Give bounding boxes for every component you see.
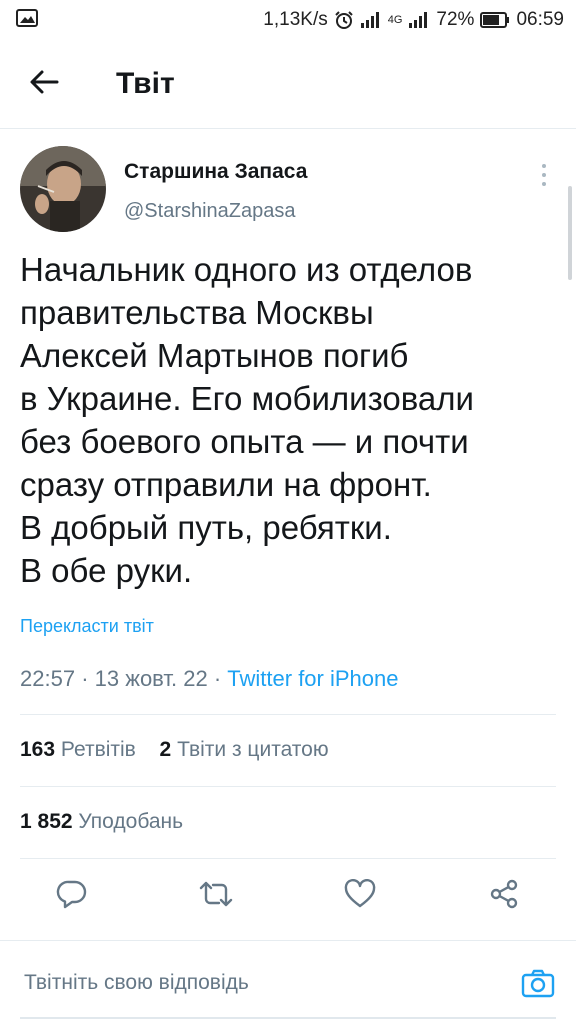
reply-underline: [20, 1017, 556, 1019]
likes-label: Уподобань: [78, 810, 184, 833]
meta-separator: ·: [81, 666, 89, 691]
share-button[interactable]: [484, 876, 524, 916]
tweet-text: Начальник одного из отделов правительств…: [20, 248, 560, 592]
like-icon: [344, 878, 376, 914]
signal-icon-2: [408, 11, 430, 29]
tweet-date: 13 жовт. 22: [94, 666, 208, 691]
image-notification-icon: [16, 9, 38, 27]
divider: [20, 786, 556, 787]
divider: [20, 714, 556, 715]
reply-button[interactable]: [52, 876, 92, 916]
likes-stat[interactable]: 1 852 Уподобань: [20, 810, 183, 833]
back-button[interactable]: [22, 64, 66, 104]
retweet-button[interactable]: [196, 876, 236, 916]
arrow-left-icon: [29, 69, 59, 100]
tweet-text-line: В обе руки.: [20, 552, 193, 589]
tweet-meta: 22:57 · 13 жовт. 22 · Twitter for iPhone: [20, 666, 398, 692]
header: Твіт: [0, 40, 576, 129]
divider: [20, 858, 556, 859]
battery-percent: 72%: [436, 9, 475, 30]
reply-icon: [56, 878, 88, 915]
tweet-source-link[interactable]: Twitter for iPhone: [227, 666, 398, 691]
quotes-stat[interactable]: 2 Твіти з цитатою: [160, 738, 329, 761]
scrollbar[interactable]: [568, 186, 572, 280]
share-icon: [488, 878, 520, 915]
reply-input[interactable]: [20, 961, 508, 1005]
translate-tweet-link[interactable]: Перекласти твіт: [20, 616, 154, 637]
camera-button[interactable]: [518, 967, 558, 1003]
author-name[interactable]: Старшина Запаса: [124, 160, 307, 184]
camera-icon: [521, 968, 555, 1003]
retweets-label: Ретвітів: [60, 738, 136, 761]
tweet-text-line: в Украине. Его мобилизовали: [20, 380, 474, 417]
avatar[interactable]: [20, 146, 106, 232]
more-options-button[interactable]: [534, 160, 554, 190]
like-stats: 1 852 Уподобань: [20, 810, 183, 834]
alarm-icon: [334, 10, 354, 30]
tweet-text-line: Начальник одного из отделов: [20, 251, 473, 288]
retweets-stat[interactable]: 163 Ретвітів: [20, 738, 142, 761]
tweet-actions: [0, 866, 576, 926]
more-dot-icon: [542, 182, 546, 186]
tweet-text-line: сразу отправили на фронт.: [20, 466, 432, 503]
tweet-text-line: Алексей Мартынов погиб: [20, 337, 409, 374]
retweets-count: 163: [20, 738, 56, 761]
reply-bar: [0, 940, 576, 1025]
tweet-text-line: без боевого опыта — и почти: [20, 423, 469, 460]
battery-icon: [480, 12, 510, 28]
tweet-time: 22:57: [20, 666, 76, 691]
page-title: Твіт: [116, 67, 175, 100]
retweet-stats: 163 Ретвітів 2 Твіти з цитатою: [20, 738, 329, 762]
more-dot-icon: [542, 173, 546, 177]
quotes-label: Твіти з цитатою: [177, 738, 329, 761]
likes-count: 1 852: [20, 810, 73, 833]
tweet-text-line: В добрый путь, ребятки.: [20, 509, 392, 546]
tweet-text-line: правительства Москвы: [20, 294, 374, 331]
meta-separator: ·: [213, 666, 222, 691]
status-bar: 1,13K/s 4G 72% 06:59: [0, 0, 576, 40]
quotes-count: 2: [159, 738, 172, 761]
clock: 06:59: [516, 9, 564, 30]
more-dot-icon: [542, 164, 546, 168]
signal-icon: [360, 11, 382, 29]
network-type: 4G: [387, 14, 403, 26]
like-button[interactable]: [340, 876, 380, 916]
network-speed: 1,13K/s: [263, 9, 328, 30]
retweet-icon: [198, 879, 234, 914]
author-handle: @StarshinaZapasa: [124, 200, 296, 222]
